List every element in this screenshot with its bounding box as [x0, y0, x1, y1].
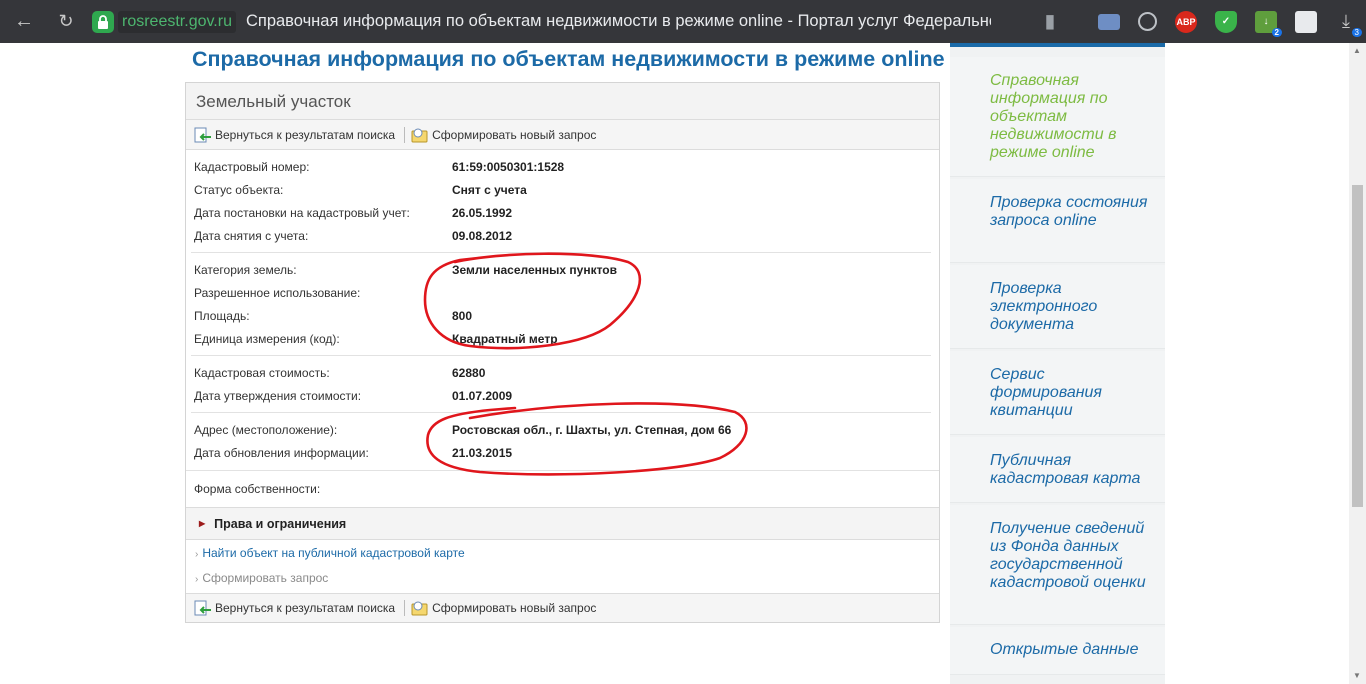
new-request-icon: [411, 601, 428, 616]
tab-title[interactable]: Справочная информация по объектам недвиж…: [246, 12, 991, 31]
globe-icon[interactable]: [1138, 12, 1157, 31]
scrollbar-thumb[interactable]: [1352, 185, 1363, 507]
back-to-results-label: Вернуться к результатам поиска: [215, 127, 396, 142]
divider: [191, 252, 931, 253]
chevron-right-icon: ›: [195, 549, 199, 560]
public-map-link[interactable]: › Найти объект на публичной кадастровой к…: [195, 546, 465, 560]
divider: [191, 355, 931, 356]
sidebar-item-label: Публичная кадастровая карта: [990, 452, 1141, 487]
create-request-link-label: Сформировать запрос: [202, 571, 329, 585]
sidebar-item-label: Открытые данные: [990, 641, 1139, 658]
lock-icon[interactable]: [92, 10, 114, 33]
field-label-cadastral-number: Кадастровый номер:: [194, 160, 310, 174]
field-label-area: Площадь:: [194, 309, 250, 323]
bookmark-icon[interactable]: ▮: [1039, 11, 1061, 33]
back-to-results-label: Вернуться к результатам поиска: [215, 601, 396, 615]
toolbar-separator: [404, 600, 406, 616]
divider: [191, 412, 931, 413]
sidebar-item-reference-info[interactable]: Справочная информация по объектам недвиж…: [950, 57, 1165, 177]
sidebar-item-request-status[interactable]: Проверка состояния запроса online: [950, 179, 1165, 263]
field-label-value-approval-date: Дата утверждения стоимости:: [194, 389, 362, 403]
downloads-icon[interactable]: ⤓ 3: [1335, 11, 1362, 37]
extension-badge: 2: [1271, 27, 1282, 37]
back-arrow-icon: [194, 600, 211, 616]
sidebar-top-accent: [950, 43, 1165, 47]
new-request-icon: [411, 128, 428, 142]
field-label-permitted-use: Разрешенное использование:: [194, 286, 361, 300]
card-extension-icon[interactable]: [1295, 10, 1317, 33]
panel-title: Земельный участок: [186, 83, 939, 120]
chevron-right-icon: ›: [195, 574, 199, 585]
scroll-down-icon[interactable]: ▼: [1353, 671, 1361, 680]
page-scrollbar[interactable]: ▲ ▼: [1349, 43, 1366, 684]
field-value-registration-date: 26.05.1992: [452, 206, 513, 220]
downloads-badge: 3: [1351, 27, 1362, 37]
address-bar-domain[interactable]: rosreestr.gov.ru: [118, 10, 236, 33]
reload-button[interactable]: ↻: [50, 6, 82, 38]
sidebar-item-open-data[interactable]: Открытые данные: [950, 627, 1165, 675]
download-extension-icon[interactable]: ↓ 2: [1255, 10, 1282, 37]
adblock-icon[interactable]: ABP: [1175, 10, 1197, 33]
back-to-results-button-bottom[interactable]: Вернуться к результатам поиска: [194, 600, 395, 616]
back-button[interactable]: ←: [8, 6, 40, 38]
create-request-link[interactable]: › Сформировать запрос: [195, 571, 328, 585]
back-to-results-button[interactable]: Вернуться к результатам поиска: [194, 127, 395, 143]
back-arrow-icon: [194, 127, 211, 142]
browser-toolbar: ← ↻ rosreestr.gov.ru Справочная информац…: [0, 0, 1366, 43]
arrow-left-icon: ←: [14, 10, 34, 32]
field-value-update-date: 21.03.2015: [452, 446, 513, 460]
new-request-button[interactable]: Сформировать новый запрос: [411, 127, 596, 143]
shield-icon[interactable]: ✓: [1215, 10, 1237, 33]
field-label-registration-date: Дата постановки на кадастровый учет:: [194, 206, 410, 220]
sidebar-item-receipt-service[interactable]: Сервис формирования квитанции: [950, 351, 1165, 435]
sidebar-item-valuation-fund[interactable]: Получение сведений из Фонда данных госуд…: [950, 505, 1165, 625]
sidebar-item-public-map[interactable]: Публичная кадастровая карта: [950, 437, 1165, 503]
field-value-unit: Квадратный метр: [452, 332, 558, 346]
triangle-right-icon: ▶: [199, 519, 206, 528]
page-heading: Справочная информация по объектам недвиж…: [192, 47, 945, 71]
field-value-value-approval-date: 01.07.2009: [452, 389, 513, 403]
sidebar-item-label: Справочная информация по объектам недвиж…: [990, 72, 1117, 161]
sidebar: Справочная информация по объектам недвиж…: [950, 43, 1165, 684]
field-label-cadastral-value: Кадастровая стоимость:: [194, 366, 330, 380]
scroll-up-icon[interactable]: ▲: [1353, 46, 1361, 55]
object-info-panel: Земельный участок Вернуться к результата…: [185, 82, 940, 623]
bottom-toolbar: Вернуться к результатам поиска Сформиров…: [186, 593, 939, 622]
new-request-label: Сформировать новый запрос: [432, 127, 597, 142]
field-value-land-category: Земли населенных пунктов: [452, 263, 618, 277]
sidebar-item-label: Проверка состояния запроса online: [990, 194, 1148, 229]
field-value-cadastral-value: 62880: [452, 366, 486, 380]
field-label-ownership: Форма собственности:: [194, 482, 321, 496]
field-label-unit: Единица измерения (код):: [194, 332, 340, 346]
field-label-land-category: Категория земель:: [194, 263, 297, 277]
field-value-address: Ростовская обл., г. Шахты, ул. Степная, …: [452, 423, 732, 437]
reload-icon: ↻: [58, 11, 74, 31]
field-label-removal-date: Дата снятия с учета:: [194, 229, 309, 243]
sidebar-item-label: Проверка электронного документа: [990, 280, 1098, 333]
toolbar-separator: [404, 126, 406, 143]
field-label-status: Статус объекта:: [194, 183, 284, 197]
sidebar-item-label: Сервис формирования квитанции: [990, 366, 1102, 419]
public-map-link-label: Найти объект на публичной кадастровой ка…: [202, 546, 465, 560]
new-request-label: Сформировать новый запрос: [432, 601, 597, 615]
field-label-update-date: Дата обновления информации:: [194, 446, 369, 460]
field-value-status: Снят с учета: [452, 183, 527, 197]
field-label-address: Адрес (местоположение):: [194, 423, 338, 437]
mail-icon[interactable]: [1098, 13, 1120, 30]
field-value-removal-date: 09.08.2012: [452, 229, 513, 243]
divider: [186, 470, 939, 471]
top-toolbar: Вернуться к результатам поиска Сформиров…: [186, 120, 939, 150]
field-value-cadastral-number: 61:59:0050301:1528: [452, 160, 565, 174]
new-request-button-bottom[interactable]: Сформировать новый запрос: [411, 600, 596, 616]
field-value-area: 800: [452, 309, 473, 323]
rights-section-toggle[interactable]: ▶ Права и ограничения: [186, 507, 939, 540]
sidebar-item-document-check[interactable]: Проверка электронного документа: [950, 265, 1165, 349]
sidebar-item-label: Получение сведений из Фонда данных госуд…: [990, 520, 1146, 591]
rights-section-label: Права и ограничения: [214, 516, 347, 531]
